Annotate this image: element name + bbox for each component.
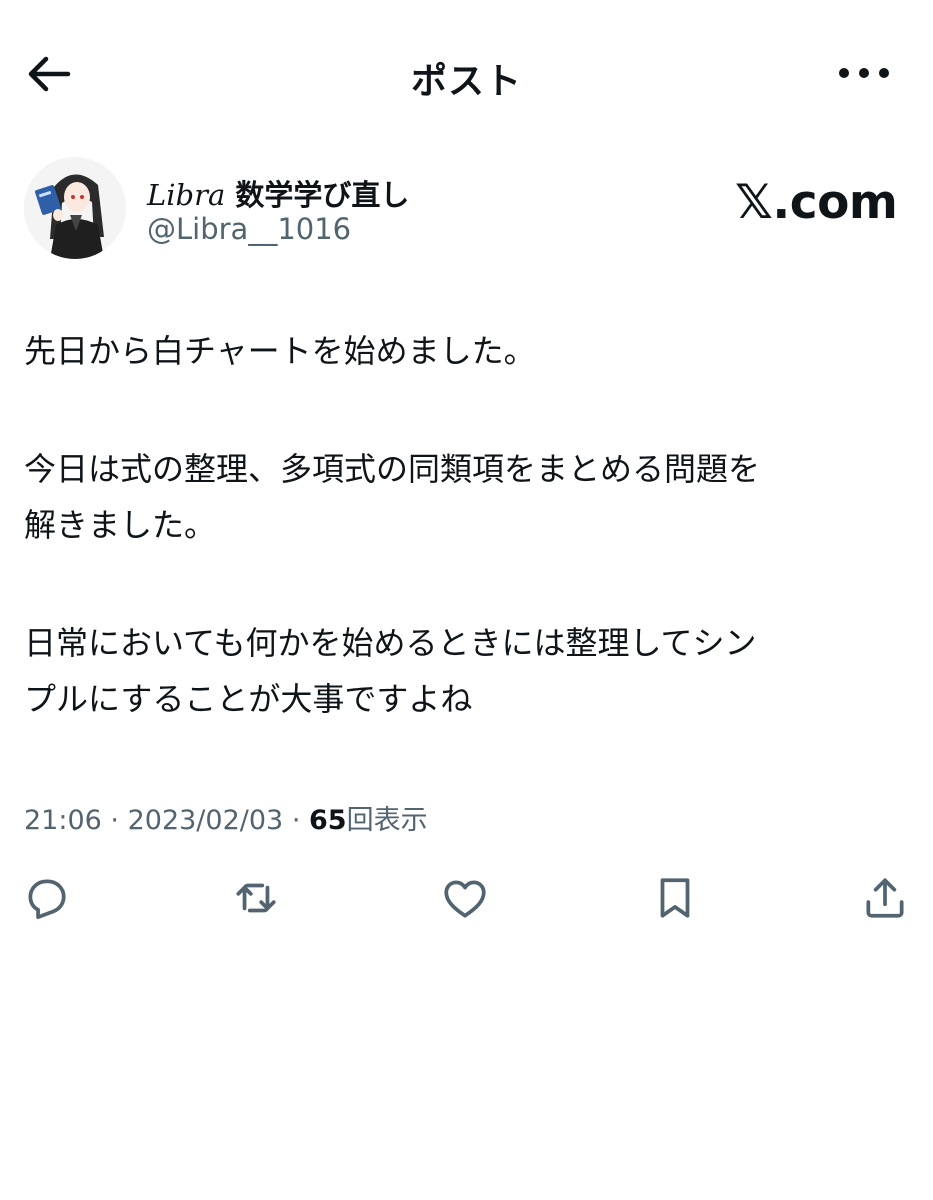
tweet-meta: 21:06 · 2023/02/03 · 65回表示: [24, 798, 428, 837]
like-icon: [444, 880, 486, 918]
avatar-illustration: [24, 157, 126, 259]
avatar[interactable]: [24, 157, 126, 259]
tweet-line: 日常においても何かを始めるときには整理してシン: [24, 624, 757, 662]
display-name-jp: 数学学び直し: [235, 178, 410, 212]
meta-separator: ·: [291, 805, 301, 836]
top-bar: ポスト: [0, 0, 933, 150]
reply-button[interactable]: [18, 870, 74, 926]
more-options-button[interactable]: [836, 60, 892, 86]
like-button[interactable]: [437, 870, 493, 926]
user-handle[interactable]: @Libra__1016: [147, 212, 351, 246]
reply-icon: [28, 879, 66, 920]
share-button[interactable]: [857, 870, 913, 926]
views-label: 回表示: [346, 805, 428, 836]
tweet-line: 先日から白チャートを始めました。: [24, 332, 536, 370]
views-count: 65: [309, 805, 347, 836]
tweet-line: プルにすることが大事ですよね: [24, 680, 473, 718]
retweet-icon: [236, 883, 276, 913]
tweet-line: 今日は式の整理、多項式の同類項をまとめる問題を: [24, 450, 761, 488]
more-horizontal-icon: [839, 68, 889, 78]
x-com-watermark: 𝕏.com: [735, 175, 898, 230]
retweet-button[interactable]: [228, 870, 284, 926]
display-name-latin: Libra: [147, 178, 226, 212]
page-title: ポスト: [410, 61, 522, 102]
meta-separator: ·: [110, 805, 119, 836]
tweet-text: 先日から白チャートを始めました。 今日は式の整理、多項式の同類項をまとめる問題を…: [24, 323, 904, 727]
bookmark-button[interactable]: [647, 870, 703, 926]
author-row: Libra 数学学び直し @Libra__1016 𝕏.com: [0, 150, 933, 270]
bookmark-icon: [660, 878, 690, 918]
action-bar: [0, 870, 933, 930]
share-icon: [866, 878, 904, 918]
display-name[interactable]: Libra 数学学び直し: [147, 172, 409, 214]
tweet-date[interactable]: 2023/02/03: [128, 805, 284, 836]
tweet-time[interactable]: 21:06: [24, 805, 102, 836]
tweet-line: 解きました。: [24, 506, 217, 544]
